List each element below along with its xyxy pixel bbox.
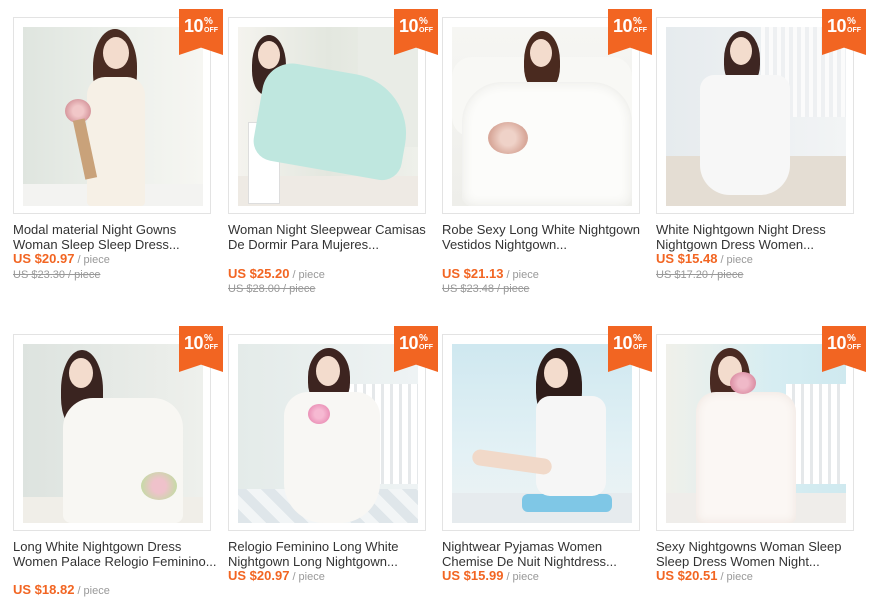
model-face [544,358,568,388]
product-thumbnail[interactable]: 10 % OFF [442,326,652,531]
model-face [69,358,93,388]
product-title[interactable]: Robe Sexy Long White Nightgown Vestidos … [442,222,647,252]
discount-number: 10 [398,333,419,353]
product-price: US $20.97/ piece [13,251,110,266]
model-dress [462,82,632,206]
discount-percent: % [633,333,642,344]
product-photo[interactable] [238,27,418,206]
product-thumbnail[interactable]: 10 % OFF [656,9,866,214]
discount-percent: % [633,16,642,27]
price-unit: / piece [720,254,753,266]
product-thumbnail[interactable]: 10 % OFF [656,326,866,531]
model-dress [696,392,796,523]
price-unit: / piece [77,585,110,597]
discount-number: 10 [612,16,633,36]
chair-seat [522,494,612,512]
product-photo[interactable] [452,344,632,523]
product-price: US $20.97/ piece [228,568,325,583]
discount-off: OFF [204,27,219,34]
product-title[interactable]: Long White Nightgown Dress Women Palace … [13,539,218,569]
product-title[interactable]: Modal material Night Gowns Woman Sleep S… [13,222,218,252]
product-price: US $20.51/ piece [656,568,753,583]
product-thumbnail[interactable]: 10 % OFF [228,326,438,531]
discount-off: OFF [633,27,648,34]
discount-number: 10 [826,16,847,36]
price-value: US $20.97 [228,568,290,583]
price-value: US $15.99 [442,568,504,583]
price-unit: / piece [292,571,325,583]
product-thumbnail[interactable]: 10 % OFF [13,326,223,531]
product-title[interactable]: Woman Night Sleepwear Camisas De Dormir … [228,222,433,252]
discount-off: OFF [419,27,434,34]
flower-bouquet [730,372,756,394]
price-value: US $18.82 [13,582,75,597]
product-thumbnail[interactable]: 10 % OFF [442,9,652,214]
product-price: US $15.48/ piece [656,251,753,266]
discount-percent: % [204,333,213,344]
price-unit: / piece [506,269,539,281]
model-face [258,41,280,69]
product-photo[interactable] [23,344,203,523]
price-unit: / piece [292,269,325,281]
model-dress [536,396,606,496]
product-thumbnail[interactable]: 10 % OFF [13,9,223,214]
product-photo[interactable] [666,344,846,523]
price-unit: / piece [506,571,539,583]
model-dress [87,77,145,206]
original-price: US $23.30 / piece [13,269,101,281]
price-unit: / piece [77,254,110,266]
flower-bouquet [488,122,528,154]
discount-number: 10 [612,333,633,353]
product-photo[interactable] [666,27,846,206]
product-price: US $15.99/ piece [442,568,539,583]
model-face [103,37,129,69]
model-face [316,356,340,386]
product-price: US $21.13/ piece [442,266,539,281]
product-title[interactable]: Nightwear Pyjamas Women Chemise De Nuit … [442,539,647,569]
product-photo[interactable] [23,27,203,206]
discount-number: 10 [183,333,204,353]
discount-percent: % [419,333,428,344]
product-title[interactable]: White Nightgown Night Dress Nightgown Dr… [656,222,861,252]
discount-off: OFF [847,27,862,34]
original-price: US $28.00 / piece [228,283,316,295]
product-price: US $25.20/ piece [228,266,325,281]
discount-number: 10 [183,16,204,36]
discount-number: 10 [826,333,847,353]
discount-off: OFF [847,344,862,351]
discount-percent: % [847,16,856,27]
discount-off: OFF [419,344,434,351]
price-unit: / piece [720,571,753,583]
model-face [730,37,752,65]
flower-bouquet [141,472,177,500]
discount-percent: % [419,16,428,27]
product-title[interactable]: Sexy Nightgowns Woman Sleep Sleep Dress … [656,539,861,569]
price-value: US $25.20 [228,266,290,281]
original-price: US $17.20 / piece [656,269,744,281]
model-dress [63,398,183,523]
flower-bouquet [308,404,330,424]
model-dress [700,75,790,195]
price-value: US $20.51 [656,568,718,583]
model-face [530,39,552,67]
discount-number: 10 [398,16,419,36]
product-photo[interactable] [238,344,418,523]
product-thumbnail[interactable]: 10 % OFF [228,9,438,214]
price-value: US $15.48 [656,251,718,266]
discount-off: OFF [633,344,648,351]
price-value: US $20.97 [13,251,75,266]
product-photo[interactable] [452,27,632,206]
discount-percent: % [847,333,856,344]
price-value: US $21.13 [442,266,504,281]
model-dress [284,392,380,523]
product-grid: 10 % OFF Modal material Night Gowns Woma… [0,0,882,597]
discount-percent: % [204,16,213,27]
original-price: US $23.48 / piece [442,283,530,295]
product-price: US $18.82/ piece [13,582,110,597]
discount-off: OFF [204,344,219,351]
product-title[interactable]: Relogio Feminino Long White Nightgown Lo… [228,539,433,569]
